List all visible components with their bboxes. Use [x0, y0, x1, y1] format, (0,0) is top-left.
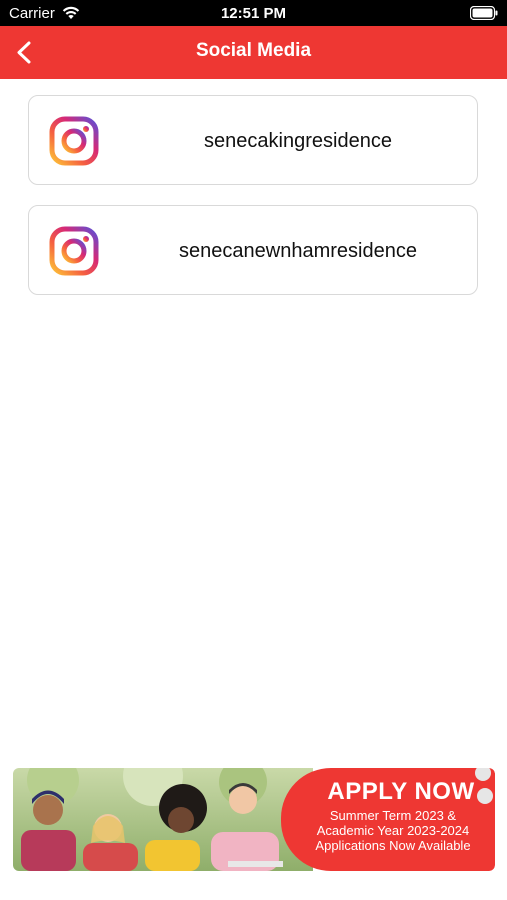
battery-icon: [470, 6, 498, 20]
social-link-card[interactable]: senecakingresidence: [28, 95, 478, 185]
students-photo: [13, 768, 313, 871]
status-time: 12:51 PM: [220, 5, 287, 22]
social-handle: senecakingresidence: [204, 130, 392, 152]
banner-line: Applications Now Available: [315, 838, 471, 853]
banner-headline: APPLY NOW: [327, 778, 475, 805]
page-title: Social Media: [195, 40, 312, 61]
nav-bar: Social Media: [0, 26, 507, 79]
status-bar: Carrier 12:51 PM: [0, 0, 507, 26]
social-handle: senecanewnhamresidence: [179, 240, 417, 262]
instagram-icon: [49, 116, 99, 166]
instagram-icon: [49, 226, 99, 276]
banner-line: Summer Term 2023 &: [329, 808, 457, 823]
banner-line: Academic Year 2023-2024: [316, 823, 470, 838]
apply-now-banner[interactable]: APPLY NOW Summer Term 2023 & Academic Ye…: [13, 768, 495, 871]
social-link-card[interactable]: senecanewnhamresidence: [28, 205, 478, 295]
